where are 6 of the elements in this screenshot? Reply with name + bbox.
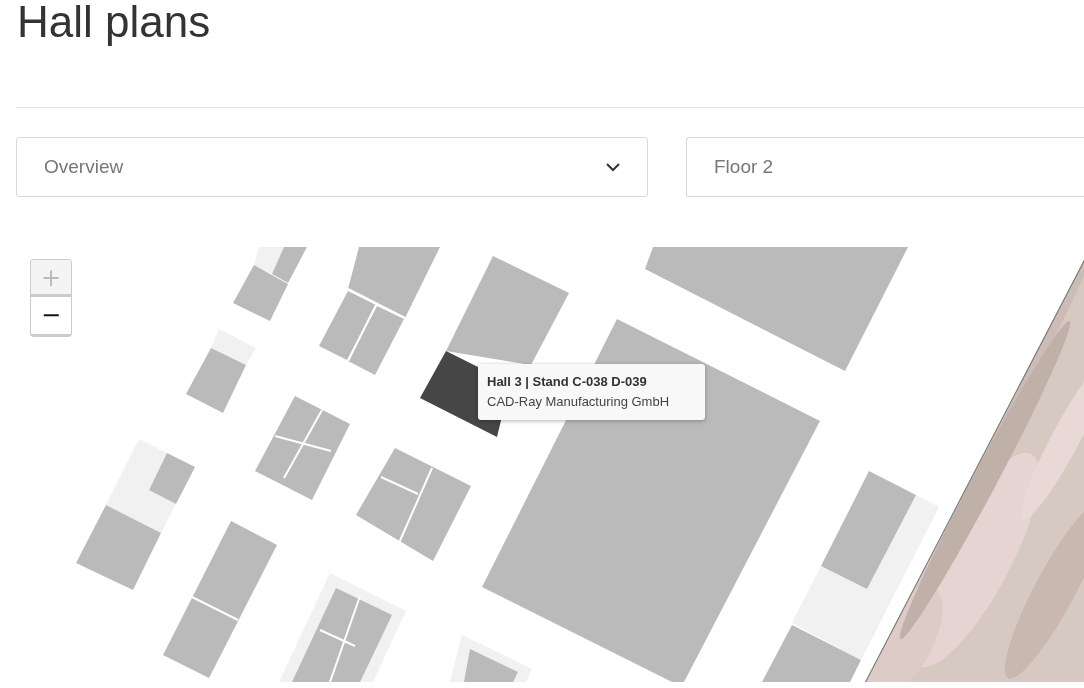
tooltip-title: Hall 3 | Stand C-038 D-039 xyxy=(487,373,648,391)
tooltip-subtitle: CAD-Ray Manufacturing GmbH xyxy=(487,393,671,411)
page-title: Hall plans xyxy=(17,0,212,47)
dropdown[interactable]: Overview xyxy=(16,137,648,197)
dropdown[interactable]: Floor 2 xyxy=(686,137,1084,197)
chevron-down-icon xyxy=(605,162,621,172)
